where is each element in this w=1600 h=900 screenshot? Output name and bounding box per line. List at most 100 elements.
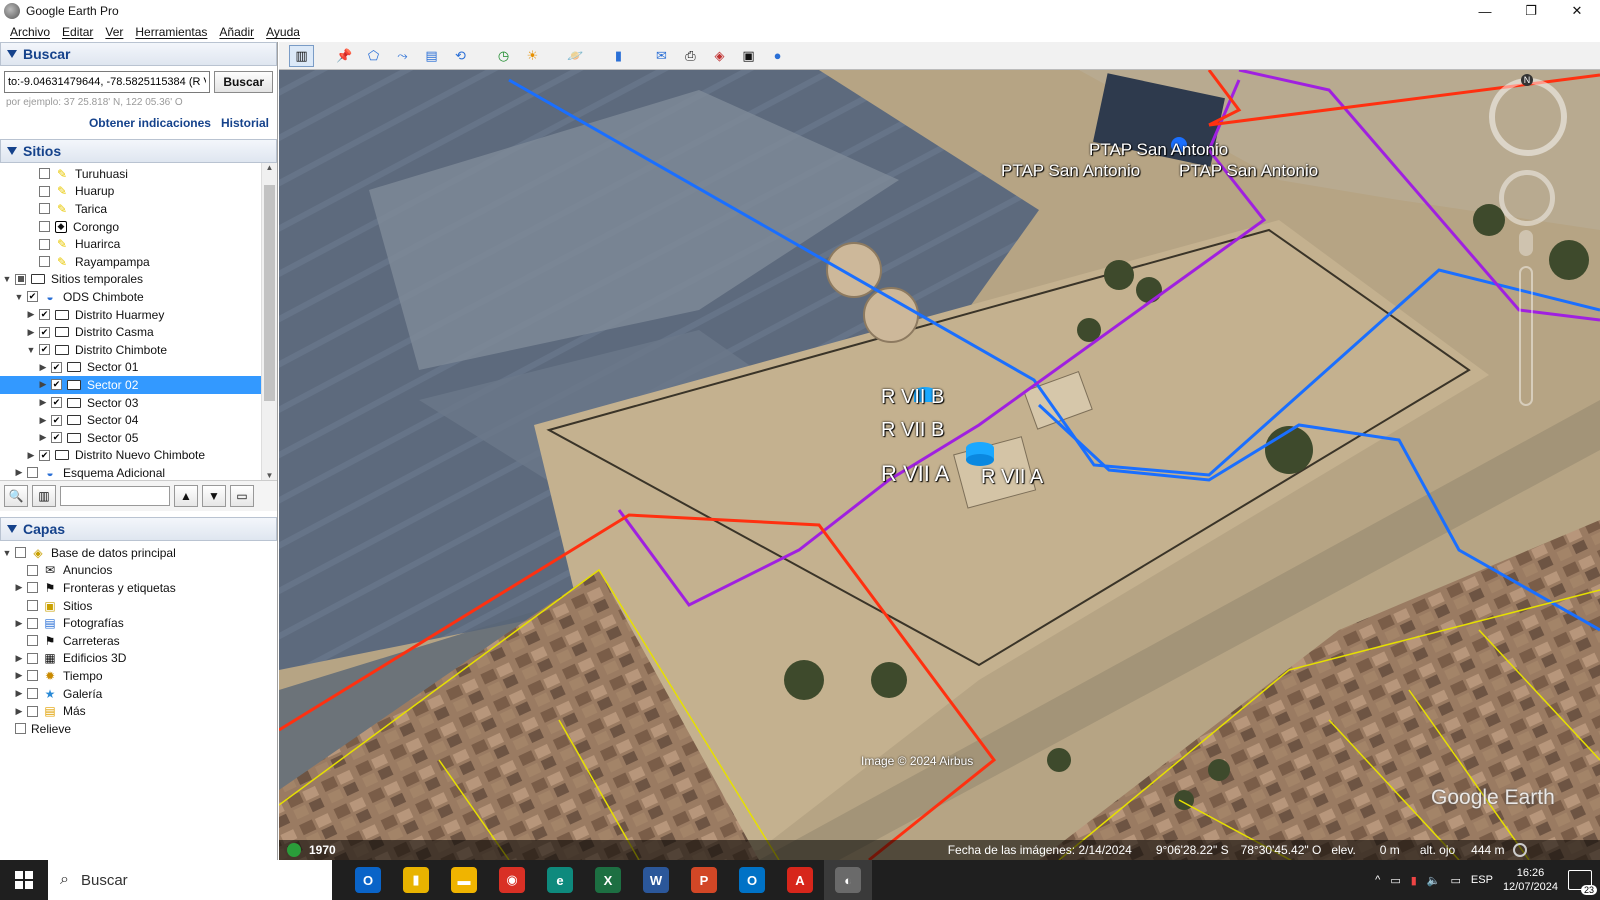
switch-planet-icon[interactable]: 🪐: [563, 45, 588, 67]
visibility-checkbox[interactable]: ✔: [51, 432, 62, 444]
expand-arrow-icon[interactable]: ▶: [38, 415, 48, 426]
taskbar-app-acrobat[interactable]: A: [776, 860, 824, 900]
visibility-checkbox[interactable]: ✔: [51, 379, 62, 391]
volume-icon[interactable]: 🔈: [1427, 874, 1441, 887]
places-item[interactable]: ▶ ✔ Distrito Nuevo Chimbote: [0, 447, 277, 465]
visibility-checkbox[interactable]: ✔: [27, 291, 38, 303]
visibility-checkbox[interactable]: [27, 582, 38, 594]
start-button[interactable]: [0, 860, 48, 900]
search-places-icon[interactable]: 🔍: [4, 485, 28, 507]
tray-overflow-icon[interactable]: ^: [1375, 874, 1380, 886]
visibility-checkbox[interactable]: ✔: [51, 414, 62, 426]
sunlight-icon[interactable]: ☀: [520, 45, 545, 67]
places-item[interactable]: ▶ ◒ Esquema Adicional: [0, 464, 277, 480]
places-item[interactable]: ✎ Huarirca: [0, 235, 277, 253]
record-tour-icon[interactable]: ⟲: [448, 45, 473, 67]
move-up-icon[interactable]: ▲: [174, 485, 198, 507]
visibility-checkbox[interactable]: [27, 564, 38, 576]
network-icon[interactable]: ▭: [1390, 874, 1400, 887]
visibility-checkbox[interactable]: [15, 723, 26, 735]
expand-arrow-icon[interactable]: ▶: [38, 432, 48, 443]
map-label-ptap[interactable]: PTAP San Antonio: [1179, 161, 1318, 181]
layers-item[interactable]: ▶ ✹ Tiempo: [0, 667, 277, 685]
notification-center-icon[interactable]: 23: [1568, 870, 1597, 895]
visibility-checkbox[interactable]: ✔: [39, 344, 50, 356]
compass-ring[interactable]: N: [1489, 74, 1567, 156]
earth-gallery-icon[interactable]: ●: [765, 45, 790, 67]
time-slider-year[interactable]: 1970: [309, 843, 336, 857]
places-item[interactable]: ▶ ✔ Distrito Huarmey: [0, 306, 277, 324]
visibility-checkbox[interactable]: [27, 652, 38, 664]
layers-item[interactable]: ✉ Anuncios: [0, 562, 277, 580]
expand-arrow-icon[interactable]: ▶: [14, 653, 24, 664]
layers-item[interactable]: ⚑ Carreteras: [0, 632, 277, 650]
expand-arrow-icon[interactable]: ▶: [14, 582, 24, 593]
sidebar-toggle-icon[interactable]: ▥: [289, 44, 314, 67]
map-label-r7b[interactable]: R VII B: [881, 386, 944, 409]
expand-arrow-icon[interactable]: ▶: [38, 362, 48, 373]
taskbar-app-outlook[interactable]: O: [728, 860, 776, 900]
menu-archivo[interactable]: Archivo: [10, 25, 50, 39]
places-item[interactable]: ▼ ✔ ◒ ODS Chimbote: [0, 288, 277, 306]
visibility-checkbox[interactable]: [27, 467, 38, 479]
historical-clock-icon[interactable]: [287, 843, 301, 857]
places-item[interactable]: ▶ ✔ Sector 02: [0, 376, 277, 394]
collapse-arrow-icon[interactable]: ▼: [2, 548, 12, 558]
visibility-checkbox[interactable]: [39, 256, 50, 268]
visibility-checkbox[interactable]: ✔: [39, 309, 50, 321]
view-in-maps-icon[interactable]: ◈: [707, 45, 732, 67]
visibility-checkbox[interactable]: [27, 600, 38, 612]
visibility-checkbox[interactable]: [39, 185, 50, 197]
street-view-pegman-icon[interactable]: [1519, 230, 1533, 256]
language-indicator[interactable]: ESP: [1471, 874, 1493, 886]
map-view[interactable]: PTAP San Antonio PTAP San Antonio PTAP S…: [279, 70, 1600, 860]
visibility-checkbox[interactable]: ✔: [51, 361, 62, 373]
places-item[interactable]: ▶ ✔ Sector 01: [0, 359, 277, 377]
places-item[interactable]: ✎ Turuhuasi: [0, 165, 277, 183]
visibility-checkbox[interactable]: [15, 547, 26, 559]
visibility-checkbox[interactable]: [39, 238, 50, 250]
expand-arrow-icon[interactable]: ▶: [14, 467, 24, 478]
places-panel-header[interactable]: Sitios: [0, 139, 277, 163]
menu-editar[interactable]: Editar: [62, 25, 93, 39]
add-placemark-icon[interactable]: 📌: [332, 45, 357, 67]
save-image-icon[interactable]: ▣: [736, 45, 761, 67]
zoom-slider[interactable]: [1519, 266, 1533, 406]
display-icon[interactable]: ▭: [1451, 874, 1461, 887]
map-label-r7a[interactable]: R VII A: [881, 461, 949, 487]
map-label-ptap[interactable]: PTAP San Antonio: [1089, 140, 1228, 160]
places-item[interactable]: ▼ Sitios temporales: [0, 271, 277, 289]
places-item[interactable]: ▼ ✔ Distrito Chimbote: [0, 341, 277, 359]
layers-item[interactable]: ▶ ▤ Más: [0, 702, 277, 720]
places-scrollbar[interactable]: ▲ ▼: [261, 163, 277, 480]
search-button[interactable]: Buscar: [214, 71, 273, 93]
taskbar-app-excel[interactable]: X: [584, 860, 632, 900]
add-overlay-icon[interactable]: ▤: [419, 45, 444, 67]
taskbar-app-edge[interactable]: e: [536, 860, 584, 900]
layers-item[interactable]: ▶ ▤ Fotografías: [0, 614, 277, 632]
taskbar-app-file-explorer[interactable]: ▬: [440, 860, 488, 900]
menu-herramientas[interactable]: Herramientas: [135, 25, 207, 39]
maximize-button[interactable]: ❐: [1508, 0, 1554, 22]
visibility-checkbox[interactable]: [15, 273, 26, 285]
close-button[interactable]: ✕: [1554, 0, 1600, 22]
taskbar-app-google-earth[interactable]: ◐: [824, 860, 872, 900]
taskbar-app-word[interactable]: W: [632, 860, 680, 900]
expand-arrow-icon[interactable]: ▶: [14, 618, 24, 629]
expand-arrow-icon[interactable]: ▶: [14, 688, 24, 699]
search-input[interactable]: [4, 71, 211, 93]
visibility-checkbox[interactable]: [39, 221, 50, 233]
historical-imagery-icon[interactable]: ◷: [491, 45, 516, 67]
visibility-checkbox[interactable]: [39, 168, 50, 180]
panel-toggle-icon[interactable]: ▥: [32, 485, 56, 507]
visibility-checkbox[interactable]: ✔: [51, 397, 62, 409]
map-label-r7a[interactable]: R VII A: [981, 466, 1043, 489]
places-item[interactable]: ▶ ✔ Distrito Casma: [0, 323, 277, 341]
layers-item[interactable]: Relieve: [0, 720, 277, 738]
map-label-ptap[interactable]: PTAP San Antonio: [1001, 161, 1140, 181]
places-item[interactable]: ▶ ✔ Sector 03: [0, 394, 277, 412]
places-filter-input[interactable]: [60, 486, 170, 506]
visibility-checkbox[interactable]: ✔: [39, 449, 50, 461]
visibility-checkbox[interactable]: [27, 705, 38, 717]
places-item[interactable]: ✎ Tarica: [0, 200, 277, 218]
